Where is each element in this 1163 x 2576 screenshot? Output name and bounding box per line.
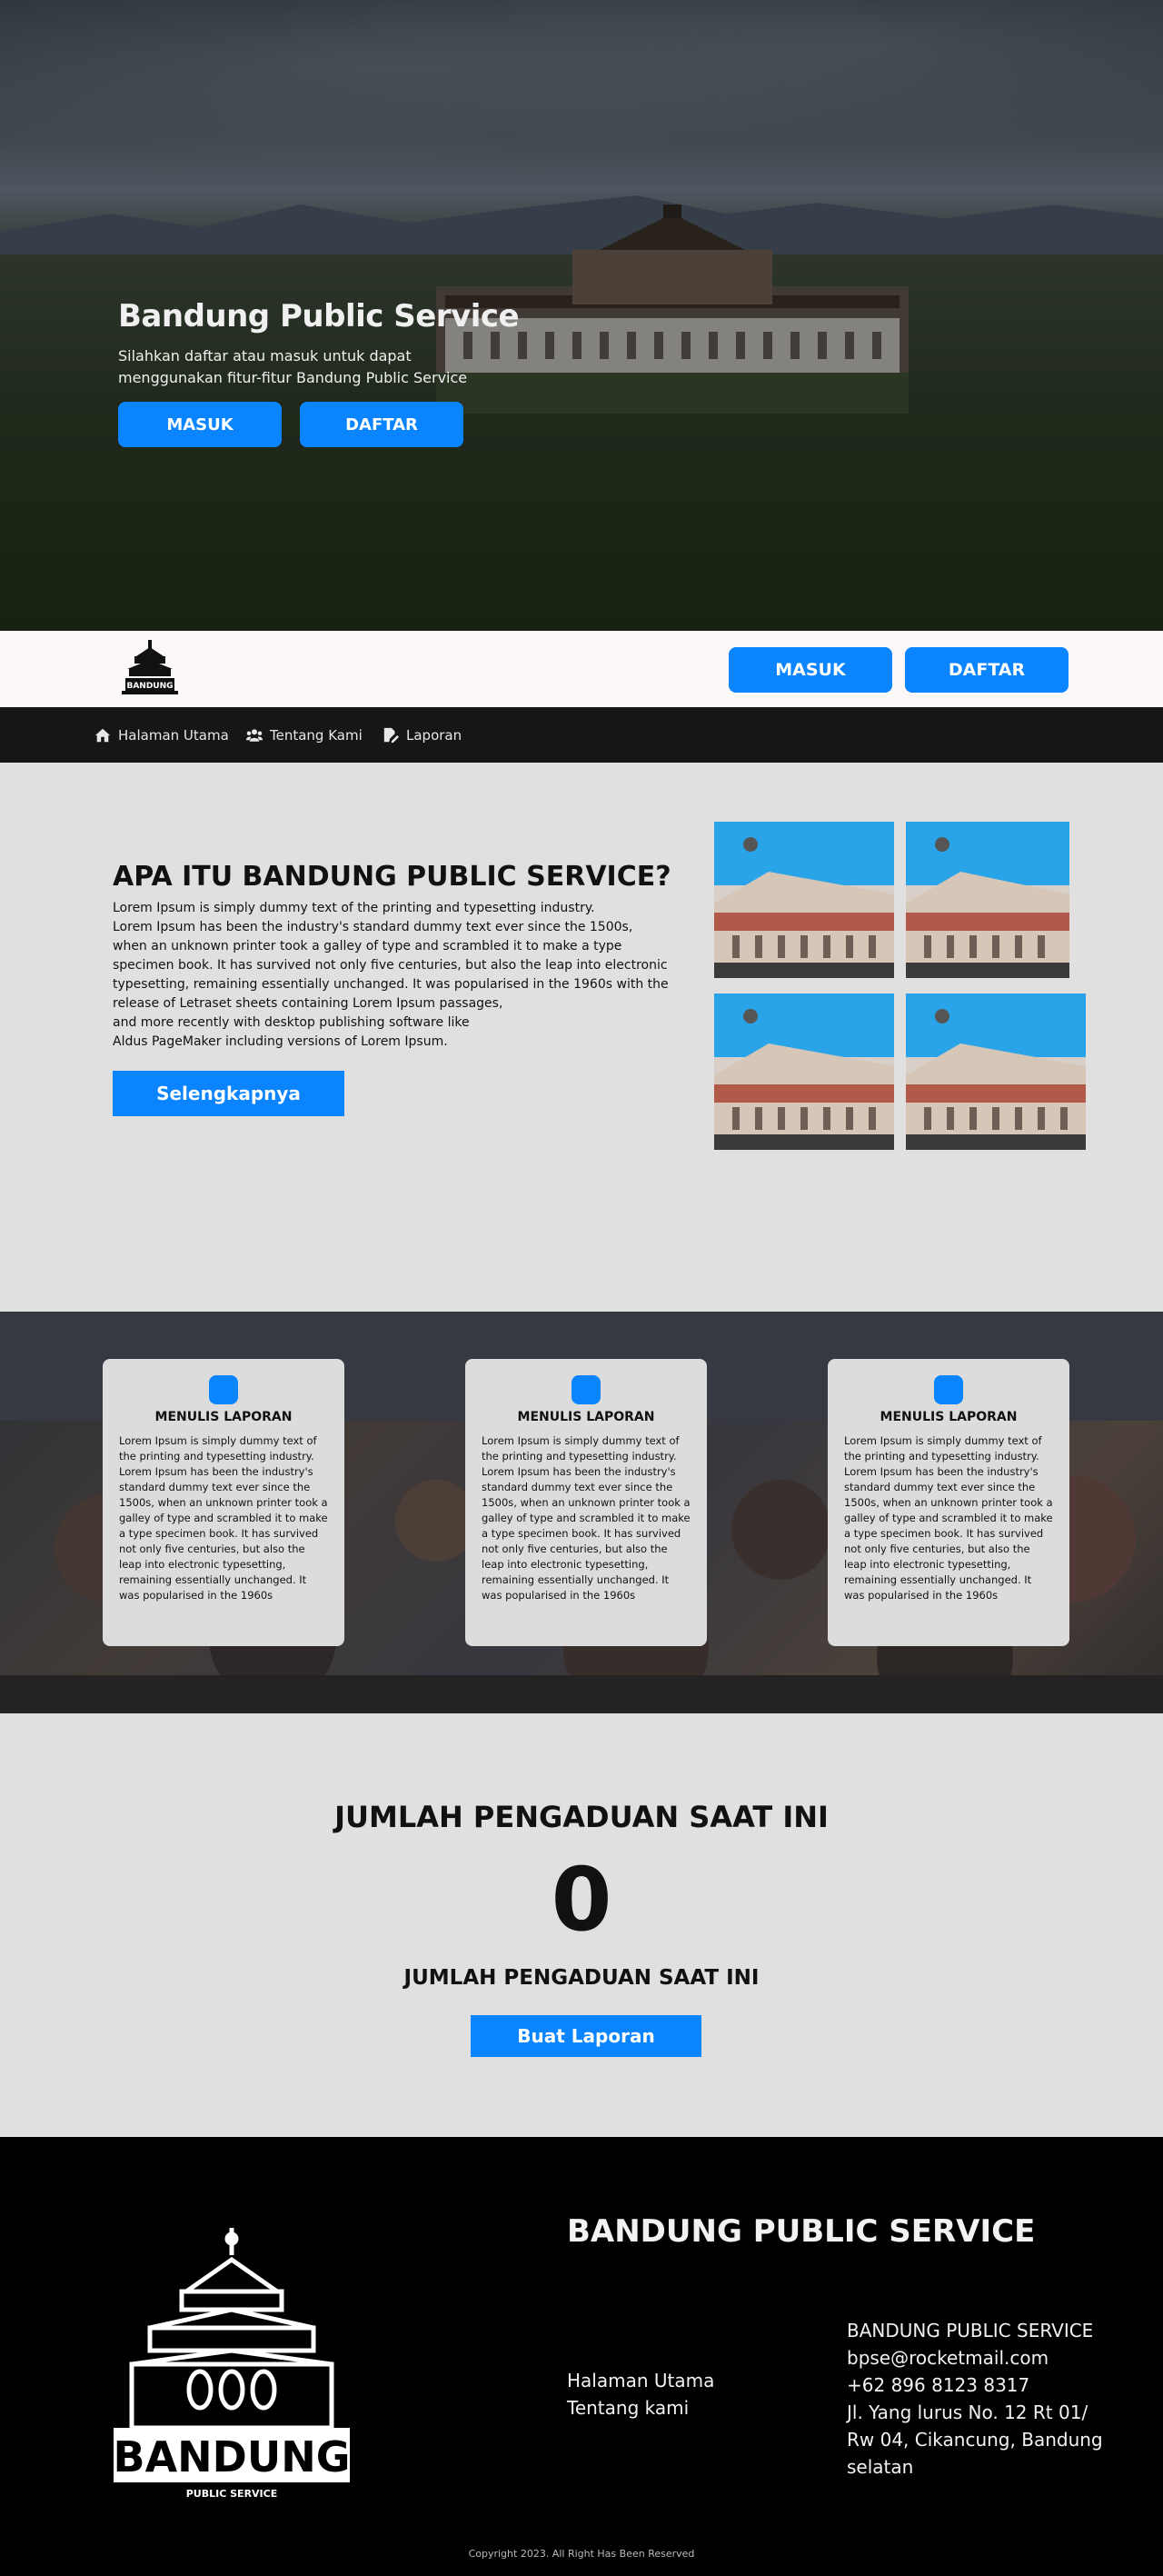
- nav-item-about[interactable]: Tentang Kami: [246, 707, 363, 763]
- feature-icon: [934, 1375, 963, 1404]
- footer-title: BANDUNG PUBLIC SERVICE: [567, 2213, 1036, 2250]
- gallery-photo: [906, 993, 1086, 1150]
- footer-link-about[interactable]: Tentang kami: [567, 2394, 714, 2421]
- gallery-photo: [714, 993, 894, 1150]
- feature-text: Lorem Ipsum is simply dummy text of the …: [482, 1434, 691, 1602]
- contact-address: Jl. Yang lurus No. 12 Rt 01/ Rw 04, Cika…: [847, 2401, 1103, 2478]
- gallery-photo: [714, 822, 894, 978]
- home-icon: [94, 728, 111, 742]
- feature-card: MENULIS LAPORAN Lorem Ipsum is simply du…: [103, 1359, 344, 1646]
- main-nav: Halaman Utama Tentang Kami Laporan: [0, 707, 1163, 763]
- header-register-button[interactable]: DAFTAR: [905, 647, 1069, 693]
- bandung-logo-icon: BANDUNG PUBLIC SERVICE: [114, 2228, 351, 2500]
- feature-title: MENULIS LAPORAN: [154, 1410, 293, 1424]
- footer-links: Halaman Utama Tentang kami: [567, 2367, 714, 2421]
- about-title: APA ITU BANDUNG PUBLIC SERVICE?: [113, 861, 671, 893]
- hero-banner: Bandung Public Service Silahkan daftar a…: [0, 0, 1163, 631]
- feature-text: Lorem Ipsum is simply dummy text of the …: [119, 1434, 328, 1602]
- contact-email[interactable]: bpse@rocketmail.com: [847, 2344, 1119, 2371]
- contact-name: BANDUNG PUBLIC SERVICE: [847, 2320, 1094, 2341]
- footer: BANDUNG PUBLIC SERVICE BANDUNG PUBLIC SE…: [0, 2137, 1163, 2576]
- footer-link-home[interactable]: Halaman Utama: [567, 2367, 714, 2394]
- hero-login-button[interactable]: MASUK: [118, 402, 282, 447]
- feature-text: Lorem Ipsum is simply dummy text of the …: [844, 1434, 1053, 1602]
- footer-contact: BANDUNG PUBLIC SERVICE bpse@rocketmail.c…: [847, 2317, 1119, 2481]
- read-more-button[interactable]: Selengkapnya: [113, 1071, 344, 1116]
- stats-subheading: JUMLAH PENGADUAN SAAT INI: [403, 1966, 760, 1990]
- feature-title: MENULIS LAPORAN: [880, 1410, 1018, 1424]
- about-text: Lorem Ipsum is simply dummy text of the …: [113, 901, 669, 1049]
- stats-section: JUMLAH PENGADUAN SAAT INI 0 JUMLAH PENGA…: [0, 1713, 1163, 2137]
- nav-item-label: Tentang Kami: [270, 726, 363, 744]
- feature-icon: [209, 1375, 238, 1404]
- header-bar: BANDUNG MASUK DAFTAR: [0, 631, 1163, 707]
- bandung-logo-icon[interactable]: BANDUNG: [118, 636, 182, 702]
- stats-heading: JUMLAH PENGADUAN SAAT INI: [334, 1800, 829, 1834]
- complaint-count: 0: [551, 1849, 612, 1951]
- nav-item-label: Laporan: [406, 726, 462, 744]
- logo-tag: PUBLIC SERVICE: [186, 2488, 277, 2500]
- nav-item-home[interactable]: Halaman Utama: [94, 707, 229, 763]
- contact-phone: +62 896 8123 8317: [847, 2374, 1030, 2396]
- report-icon: [383, 727, 399, 743]
- hero-register-button[interactable]: DAFTAR: [300, 402, 463, 447]
- features-section: MENULIS LAPORAN Lorem Ipsum is simply du…: [0, 1312, 1163, 1713]
- header-login-button[interactable]: MASUK: [729, 647, 892, 693]
- about-section: APA ITU BANDUNG PUBLIC SERVICE? Lorem Ip…: [0, 763, 1163, 1312]
- hero-buttons: MASUK DAFTAR: [118, 402, 536, 447]
- logo-word: BANDUNG: [114, 2432, 351, 2481]
- feature-card: MENULIS LAPORAN Lorem Ipsum is simply du…: [828, 1359, 1069, 1646]
- hero-subtitle: Silahkan daftar atau masuk untuk dapat m…: [118, 347, 468, 386]
- svg-text:BANDUNG: BANDUNG: [126, 682, 173, 691]
- copyright-text: Copyright 2023. All Right Has Been Reser…: [468, 2548, 695, 2560]
- feature-title: MENULIS LAPORAN: [517, 1410, 655, 1424]
- nav-item-report[interactable]: Laporan: [383, 707, 462, 763]
- nav-item-label: Halaman Utama: [118, 726, 229, 744]
- gallery-photo: [906, 822, 1069, 978]
- hero-title: Bandung Public Service: [118, 298, 520, 334]
- feature-card: MENULIS LAPORAN Lorem Ipsum is simply du…: [465, 1359, 707, 1646]
- create-report-button[interactable]: Buat Laporan: [471, 2015, 701, 2057]
- hero-content: Bandung Public Service Silahkan daftar a…: [118, 298, 536, 447]
- feature-icon: [572, 1375, 601, 1404]
- users-icon: [246, 728, 263, 742]
